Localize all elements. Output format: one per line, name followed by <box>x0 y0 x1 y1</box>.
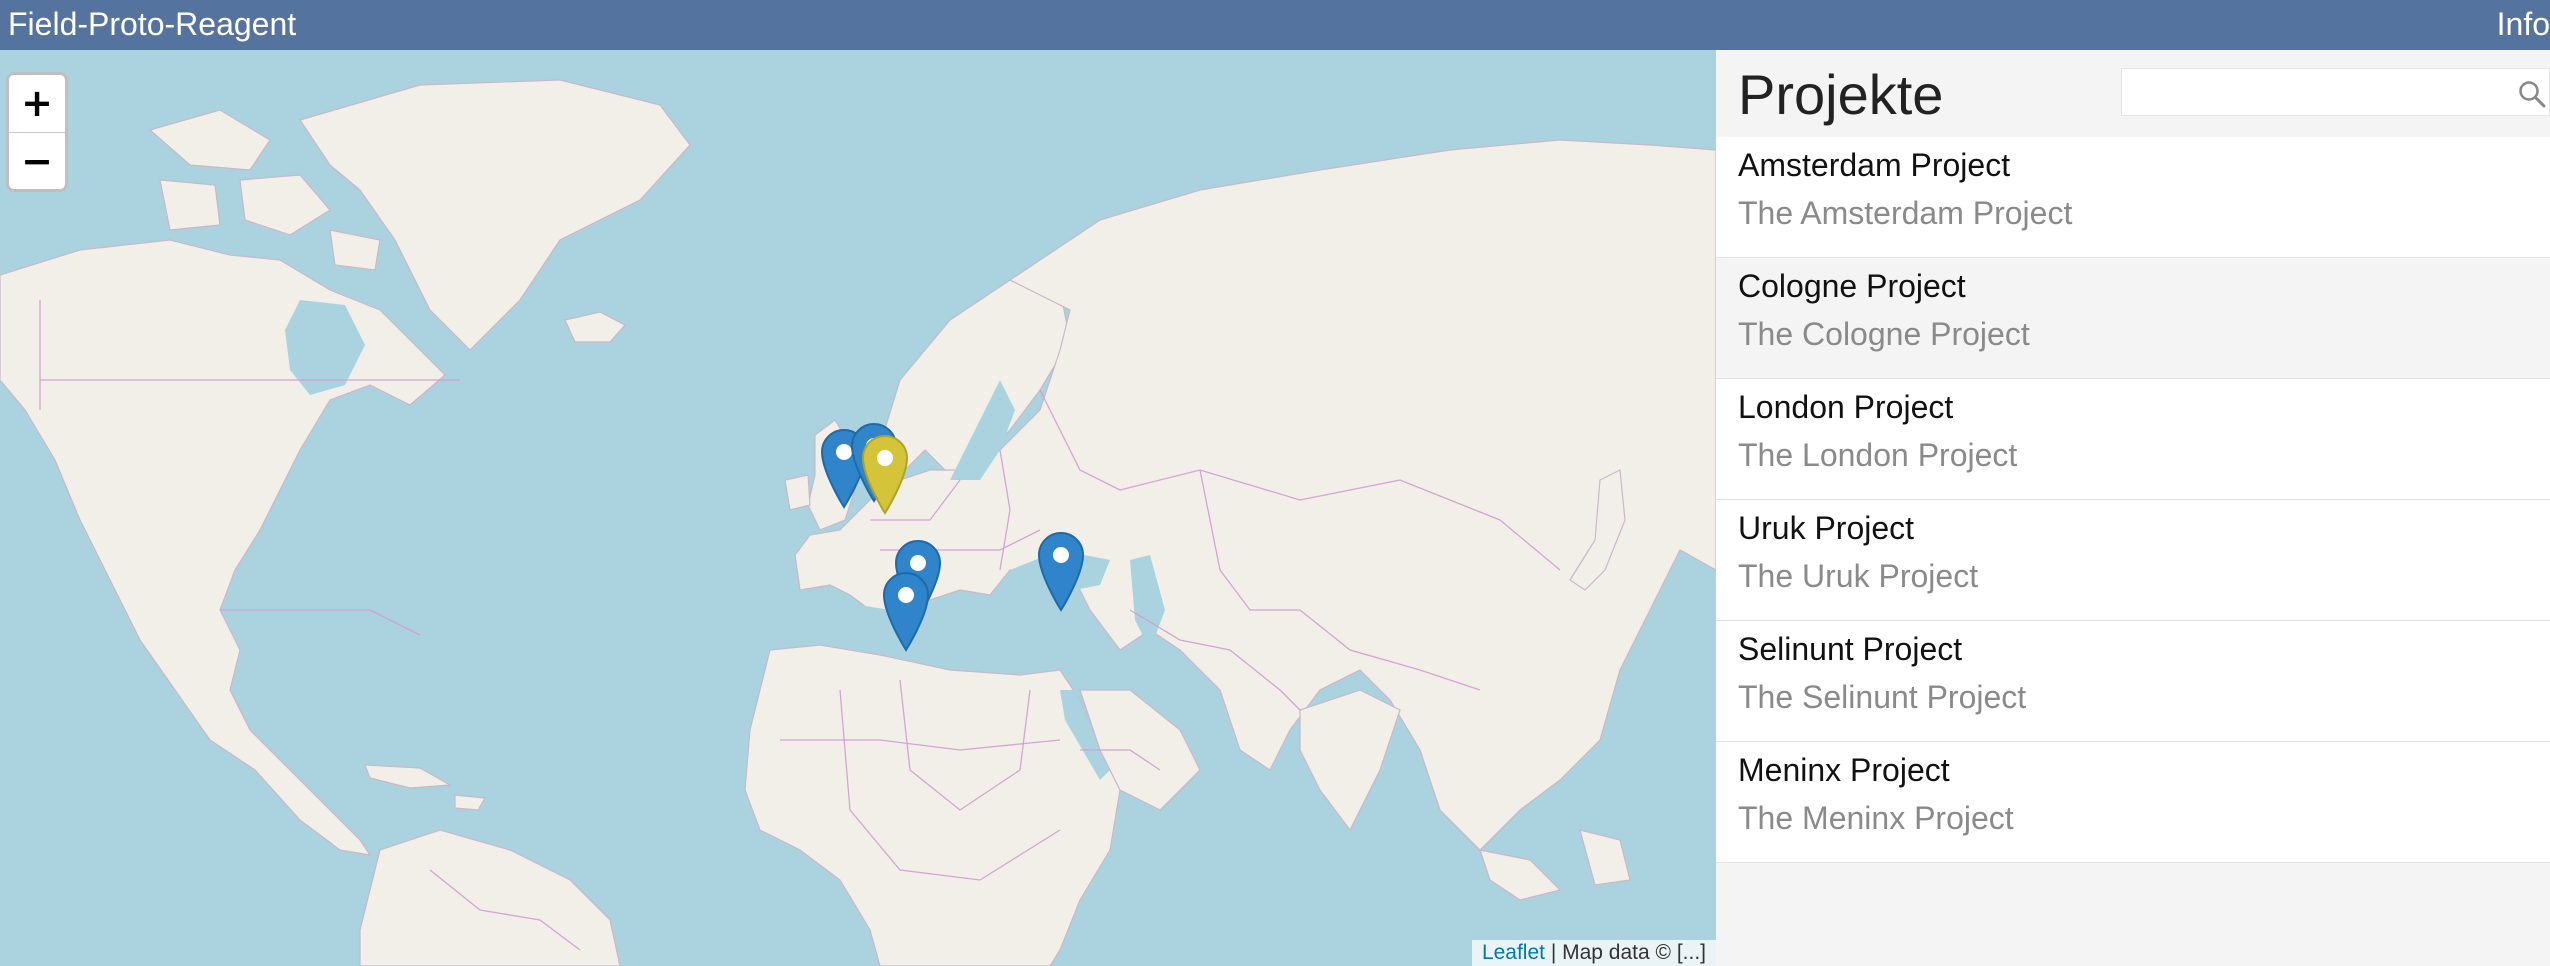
project-list: Amsterdam Project The Amsterdam Project … <box>1716 137 2550 863</box>
project-description: The Uruk Project <box>1738 558 1979 594</box>
project-name: Uruk Project <box>1738 510 1915 546</box>
top-bar: Field-Proto-Reagent Info <box>0 0 2550 50</box>
map-marker-meninx[interactable] <box>881 570 931 652</box>
map-marker-cologne-selected[interactable] <box>860 433 910 515</box>
project-sidebar: Projekte Amsterdam Project The Amsterdam… <box>1716 50 2550 966</box>
zoom-in-button[interactable]: + <box>9 75 65 133</box>
map-marker-uruk[interactable] <box>1036 530 1086 612</box>
info-link[interactable]: Info <box>2497 6 2550 42</box>
zoom-out-button[interactable]: − <box>9 133 65 189</box>
project-name: London Project <box>1738 389 1954 425</box>
project-item-amsterdam[interactable]: Amsterdam Project The Amsterdam Project <box>1716 137 2550 258</box>
search-input[interactable] <box>2132 75 2496 111</box>
map-view[interactable]: + − Leaflet | Map data © [...] <box>0 50 1716 966</box>
attribution-text: | Map data © [...] <box>1545 941 1706 964</box>
project-name: Selinunt Project <box>1738 631 1963 667</box>
project-item-selinunt[interactable]: Selinunt Project The Selinunt Project <box>1716 621 2550 742</box>
project-description: The Amsterdam Project <box>1738 195 2073 231</box>
project-item-meninx[interactable]: Meninx Project The Meninx Project <box>1716 742 2550 863</box>
project-description: The Meninx Project <box>1738 800 2014 836</box>
sidebar-title: Projekte <box>1738 63 1944 126</box>
search-icon[interactable] <box>2517 79 2547 114</box>
project-item-london[interactable]: London Project The London Project <box>1716 379 2550 500</box>
leaflet-link[interactable]: Leaflet <box>1482 941 1545 964</box>
map-attribution: Leaflet | Map data © [...] <box>1471 940 1716 966</box>
search-box <box>2121 68 2550 116</box>
project-name: Meninx Project <box>1738 752 1950 788</box>
zoom-control: + − <box>6 72 68 192</box>
project-description: The Cologne Project <box>1738 316 2030 352</box>
project-item-cologne[interactable]: Cologne Project The Cologne Project <box>1716 258 2550 379</box>
project-item-uruk[interactable]: Uruk Project The Uruk Project <box>1716 500 2550 621</box>
project-description: The London Project <box>1738 437 2018 473</box>
project-name: Amsterdam Project <box>1738 147 2011 183</box>
project-name: Cologne Project <box>1738 268 1966 304</box>
project-description: The Selinunt Project <box>1738 679 2027 715</box>
app-title: Field-Proto-Reagent <box>8 6 297 42</box>
